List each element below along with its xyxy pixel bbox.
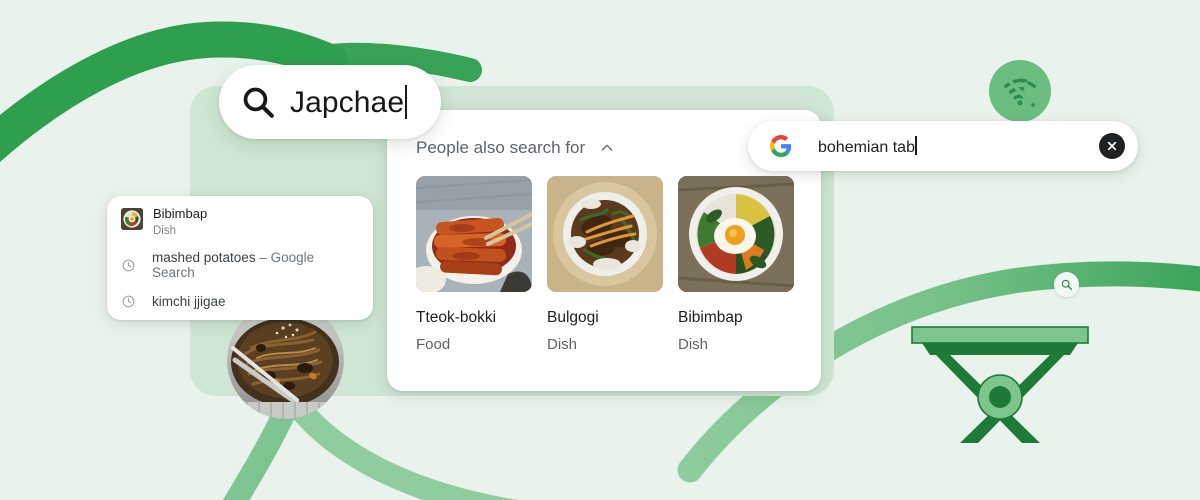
suggestion-history-1-text: mashed potatoes – Google Search xyxy=(152,250,315,280)
history-icon xyxy=(122,259,135,271)
google-g-icon xyxy=(770,135,792,157)
pasf-items: Tteok-bokki Food Bulgogi Dish Bibimbap D… xyxy=(416,176,821,353)
wifi-off-icon xyxy=(1003,74,1036,107)
suggestion-entity-bibimbap[interactable]: Bibimbap Dish xyxy=(107,206,373,247)
suggestion-entity-title: Bibimbap xyxy=(153,206,208,221)
suggestion-history-2-text: kimchi jjigae xyxy=(152,293,226,309)
pasf-item-category: Dish xyxy=(678,336,709,353)
text-cursor xyxy=(405,84,408,119)
search-box[interactable]: Japchae xyxy=(219,65,441,139)
pasf-item-category: Food xyxy=(416,336,451,353)
bulgogi-photo-art xyxy=(547,176,663,292)
search-icon xyxy=(1061,279,1073,291)
bibimbap-photo-art xyxy=(678,176,794,292)
search-icon xyxy=(243,87,274,118)
tteokbokki-photo xyxy=(416,176,532,292)
offline-badge xyxy=(989,60,1051,122)
close-icon xyxy=(1107,141,1117,151)
omnibox-input-value[interactable]: bohemian tab xyxy=(818,135,1099,157)
bibimbap-thumbnail-icon xyxy=(121,208,143,230)
pasf-item-category: Dish xyxy=(547,336,578,353)
omnibox[interactable]: bohemian tab xyxy=(748,121,1138,171)
pasf-item-tteokbokki[interactable]: Tteok-bokki Food xyxy=(416,176,532,353)
suggestion-entity-subtitle: Dish xyxy=(153,224,177,237)
clear-input-button[interactable] xyxy=(1099,133,1125,159)
pasf-item-name: Tteok-bokki xyxy=(416,309,497,326)
search-input-value[interactable]: Japchae xyxy=(290,84,408,120)
pasf-item-bulgogi[interactable]: Bulgogi Dish xyxy=(547,176,663,353)
ribbon-search-marker xyxy=(1054,272,1079,297)
bulgogi-photo xyxy=(547,176,663,292)
bibimbap-thumbnail-art xyxy=(121,208,143,230)
history-icon xyxy=(122,295,135,307)
bibimbap-photo xyxy=(678,176,794,292)
table-illustration-art xyxy=(911,326,1089,443)
suggestion-history-2[interactable]: kimchi jjigae xyxy=(107,283,373,319)
table-illustration xyxy=(908,325,1092,449)
tteokbokki-photo-art xyxy=(416,176,532,292)
chevron-up-icon[interactable] xyxy=(599,140,615,156)
pasf-item-name: Bibimbap xyxy=(678,309,743,326)
suggestion-history-1[interactable]: mashed potatoes – Google Search xyxy=(107,247,373,283)
pasf-item-name: Bulgogi xyxy=(547,309,599,326)
pasf-title: People also search for xyxy=(416,138,586,157)
scene-canvas: People also search for Tteok-bokki Food … xyxy=(0,0,1200,500)
text-cursor xyxy=(914,135,917,155)
search-suggestions-dropdown: Bibimbap Dish mashed potatoes – Google S… xyxy=(107,196,373,320)
pasf-item-bibimbap[interactable]: Bibimbap Dish xyxy=(678,176,794,353)
